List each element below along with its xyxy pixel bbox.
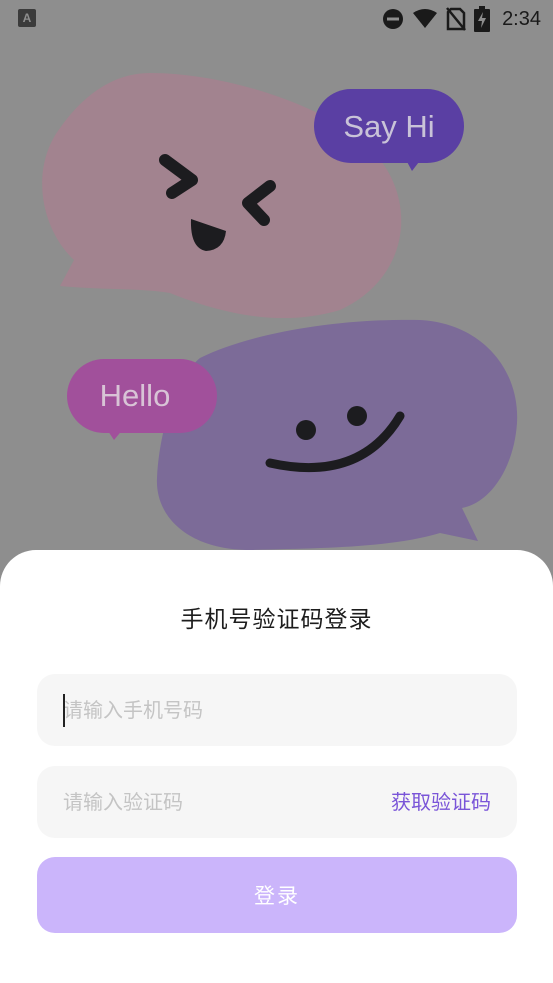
purple-smile-bubble [156,319,518,550]
accessibility-a-icon: A [18,9,36,27]
say-hi-text: Say Hi [343,109,434,144]
say-hi-bubble: Say Hi [314,89,464,171]
login-sheet: 手机号验证码登录 获取验证码 登录 [0,550,553,983]
login-title: 手机号验证码登录 [180,607,373,633]
hello-text: Hello [100,378,171,413]
status-icons: 2:34 [382,5,541,33]
phone-field[interactable] [37,674,517,746]
hello-bubble: Hello [67,359,217,440]
do-not-disturb-icon [383,9,404,29]
get-code-button[interactable]: 获取验证码 [391,766,491,838]
text-cursor [63,694,65,727]
login-button[interactable]: 登录 [37,857,517,933]
wifi-icon [413,9,438,28]
svg-text:A: A [23,11,32,25]
status-time: 2:34 [502,7,541,30]
code-field[interactable]: 获取验证码 [37,766,517,838]
battery-charging-icon [474,6,491,32]
phone-input[interactable] [63,674,363,746]
no-sim-icon [446,7,467,31]
status-bar: A 2:34 [0,0,553,38]
hero-illustration: Say Hi Hello [42,73,518,550]
code-input[interactable] [63,766,363,838]
